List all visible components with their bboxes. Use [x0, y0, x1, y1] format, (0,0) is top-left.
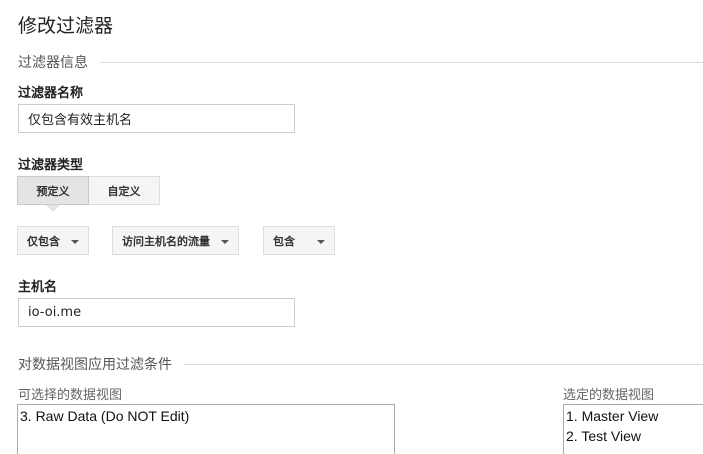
filter-type-predefined-button[interactable]: 预定义: [17, 176, 89, 205]
filter-info-section: 过滤器信息: [18, 52, 703, 72]
filter-info-heading: 过滤器信息: [18, 55, 88, 71]
list-item[interactable]: 3. Raw Data (Do NOT Edit): [20, 406, 392, 426]
hostname-label: 主机名: [18, 280, 58, 295]
filter-include-type-value: 仅包含: [27, 234, 60, 248]
available-views-list[interactable]: 3. Raw Data (Do NOT Edit): [17, 404, 395, 454]
filter-name-label: 过滤器名称: [18, 86, 84, 101]
filter-include-type-dropdown[interactable]: 仅包含: [17, 226, 89, 255]
apply-views-section: 对数据视图应用过滤条件: [18, 354, 703, 374]
filter-type-label: 过滤器类型: [18, 158, 84, 173]
filter-source-value: 访问主机名的流量: [122, 234, 210, 248]
filter-type-custom-button[interactable]: 自定义: [89, 176, 160, 205]
filter-expression-value: 包含: [273, 234, 295, 248]
apply-views-heading: 对数据视图应用过滤条件: [18, 357, 172, 373]
section-divider: [100, 61, 703, 63]
hostname-input[interactable]: [18, 298, 295, 327]
selected-views-label: 选定的数据视图: [563, 388, 655, 403]
available-views-label: 可选择的数据视图: [18, 388, 123, 403]
selected-indicator-arrow: [46, 205, 60, 212]
list-item[interactable]: 1. Master View: [566, 406, 703, 426]
chevron-down-icon: [317, 240, 325, 244]
filter-source-dropdown[interactable]: 访问主机名的流量: [112, 226, 239, 255]
page-title: 修改过滤器: [18, 15, 114, 37]
selected-views-list[interactable]: 1. Master View 2. Test View: [563, 404, 703, 454]
filter-expression-dropdown[interactable]: 包含: [263, 226, 335, 255]
chevron-down-icon: [71, 240, 79, 244]
list-item[interactable]: 2. Test View: [566, 426, 703, 446]
section-divider: [184, 363, 703, 365]
filter-name-input[interactable]: [18, 104, 295, 133]
chevron-down-icon: [221, 240, 229, 244]
filter-type-toggle: 预定义 自定义: [17, 176, 160, 205]
